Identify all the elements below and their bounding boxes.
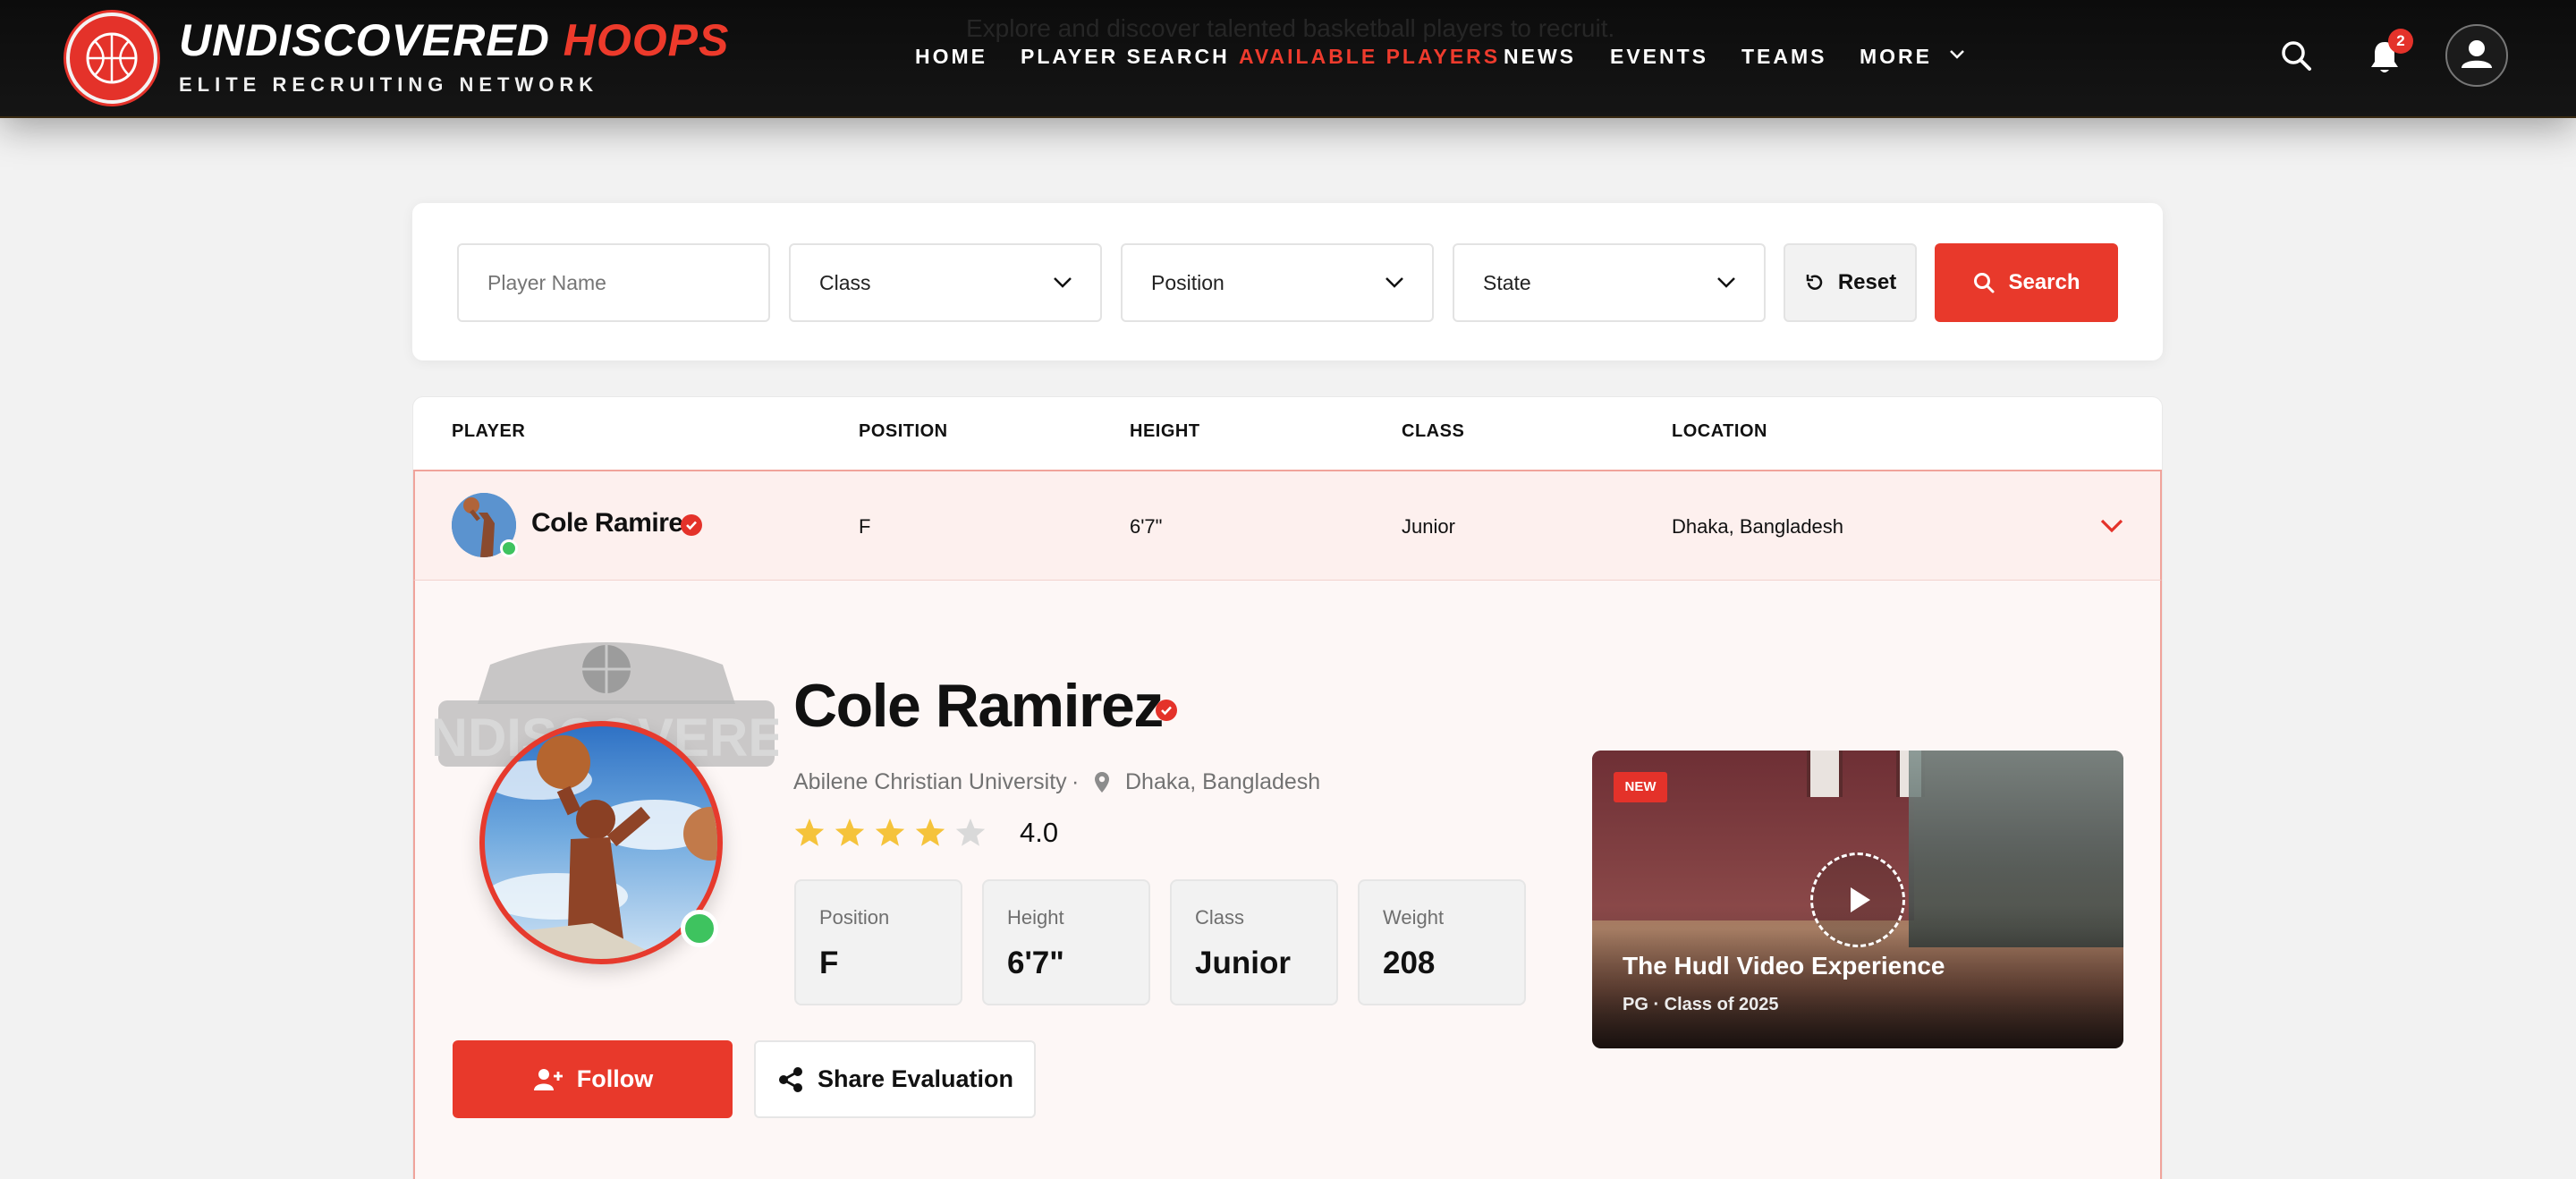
share-icon xyxy=(778,1066,802,1092)
stat-card-position: Position F xyxy=(794,879,962,1005)
play-button[interactable] xyxy=(1810,852,1905,947)
column-header-class[interactable]: CLASS xyxy=(1402,421,1464,442)
chevron-down-icon xyxy=(1950,50,1965,59)
follow-button[interactable]: Follow xyxy=(453,1040,733,1118)
nav-more-label: MORE xyxy=(1860,45,1932,68)
video-thumbnail-banner xyxy=(1807,751,1843,797)
reset-icon xyxy=(1806,275,1823,290)
brand-title-white: UNDISCOVERED xyxy=(179,15,550,65)
nav-teams[interactable]: TEAMS xyxy=(1741,45,1827,69)
star-rating xyxy=(793,816,999,854)
video-subtitle: PG · Class of 2025 xyxy=(1623,995,1779,1014)
nav-available-players[interactable]: AVAILABLE PLAYERS xyxy=(1239,45,1500,69)
stat-label: Class xyxy=(1195,906,1245,929)
stat-label: Weight xyxy=(1383,906,1445,929)
chevron-down-icon xyxy=(1385,277,1403,288)
row-height: 6'7" xyxy=(1130,515,1163,538)
column-header-player[interactable]: PLAYER xyxy=(452,421,525,442)
stat-value: F xyxy=(819,946,839,980)
top-navbar: Explore and discover talented basketball… xyxy=(0,0,2576,118)
stat-label: Position xyxy=(819,906,890,929)
notification-count-badge: 2 xyxy=(2388,29,2413,54)
class-select[interactable]: Class xyxy=(789,243,1102,322)
brand-logo[interactable] xyxy=(66,13,157,104)
verified-icon xyxy=(681,514,702,536)
nav-player-search[interactable]: PLAYER SEARCH xyxy=(1021,45,1230,69)
stat-card-height: Height 6'7" xyxy=(982,879,1150,1005)
column-header-location[interactable]: LOCATION xyxy=(1672,421,1767,442)
star-filled-icon xyxy=(835,819,865,846)
stat-value: 6'7" xyxy=(1007,946,1064,980)
share-evaluation-label: Share Evaluation xyxy=(817,1065,1014,1092)
separator-dot: · xyxy=(1072,769,1080,794)
nav-home[interactable]: HOME xyxy=(915,45,987,69)
online-indicator xyxy=(500,539,518,557)
brand-tagline: ELITE RECRUITING NETWORK xyxy=(179,73,599,96)
nav-events[interactable]: EVENTS xyxy=(1610,45,1708,69)
star-filled-icon xyxy=(794,819,825,846)
header-ghost-text: Explore and discover talented basketball… xyxy=(966,14,1615,42)
video-card[interactable]: NEW The Hudl Video Experience PG · Class… xyxy=(1592,751,2123,1048)
row-class: Junior xyxy=(1402,515,1455,538)
nav-more[interactable]: MORE xyxy=(1860,45,1965,69)
user-plus-icon xyxy=(533,1068,563,1090)
reset-button[interactable]: Reset xyxy=(1784,243,1917,322)
stat-card-class: Class Junior xyxy=(1170,879,1338,1005)
row-location: Dhaka, Bangladesh xyxy=(1672,515,1844,538)
nav-news[interactable]: NEWS xyxy=(1504,45,1576,69)
chevron-down-icon xyxy=(1717,277,1735,288)
stat-label: Height xyxy=(1007,906,1064,929)
filter-panel: Class Position State Reset Search xyxy=(412,203,2163,360)
rating-value: 4.0 xyxy=(1020,817,1059,848)
verified-icon xyxy=(1156,700,1177,721)
class-select-label: Class xyxy=(819,271,871,294)
state-select[interactable]: State xyxy=(1453,243,1766,322)
chevron-down-icon xyxy=(1054,277,1072,288)
brand-title-red: HOOPS xyxy=(563,15,730,65)
reset-button-label: Reset xyxy=(1837,270,1897,294)
stat-value: Junior xyxy=(1195,946,1291,980)
stat-card-weight: Weight 208 xyxy=(1358,879,1526,1005)
online-indicator xyxy=(681,910,718,947)
share-evaluation-button[interactable]: Share Evaluation xyxy=(754,1040,1036,1118)
star-filled-icon xyxy=(875,819,905,846)
play-icon xyxy=(1851,887,1870,912)
profile-name: Cole Ramirez xyxy=(793,672,1164,740)
column-header-position[interactable]: POSITION xyxy=(859,421,948,442)
user-icon xyxy=(2462,40,2492,68)
map-pin-icon xyxy=(1095,772,1109,793)
follow-button-label: Follow xyxy=(576,1065,654,1092)
user-account-button[interactable] xyxy=(2445,24,2508,87)
position-select-label: Position xyxy=(1151,271,1224,294)
basketball-logo-icon xyxy=(86,32,138,84)
position-select[interactable]: Position xyxy=(1121,243,1434,322)
stat-value: 208 xyxy=(1383,946,1436,980)
state-select-label: State xyxy=(1483,271,1531,294)
new-badge: NEW xyxy=(1614,772,1667,802)
profile-school[interactable]: Abilene Christian University xyxy=(793,769,1067,795)
star-empty-icon xyxy=(955,819,986,846)
row-player-name[interactable]: Cole Ramirez xyxy=(531,508,697,539)
column-header-height[interactable]: HEIGHT xyxy=(1130,421,1200,442)
video-title: The Hudl Video Experience xyxy=(1623,952,1945,980)
profile-location: Dhaka, Bangladesh xyxy=(1125,769,1321,794)
search-button-label: Search xyxy=(2008,270,2080,294)
player-name-input[interactable] xyxy=(457,243,770,322)
chevron-down-icon[interactable] xyxy=(2098,515,2125,537)
brand-title[interactable]: UNDISCOVERED HOOPS xyxy=(179,14,729,66)
row-position: F xyxy=(859,515,871,538)
star-rating-icons xyxy=(794,819,986,846)
search-icon[interactable] xyxy=(2279,38,2313,72)
search-button[interactable]: Search xyxy=(1935,243,2118,322)
search-icon xyxy=(1974,273,1995,293)
star-filled-icon xyxy=(915,819,945,846)
